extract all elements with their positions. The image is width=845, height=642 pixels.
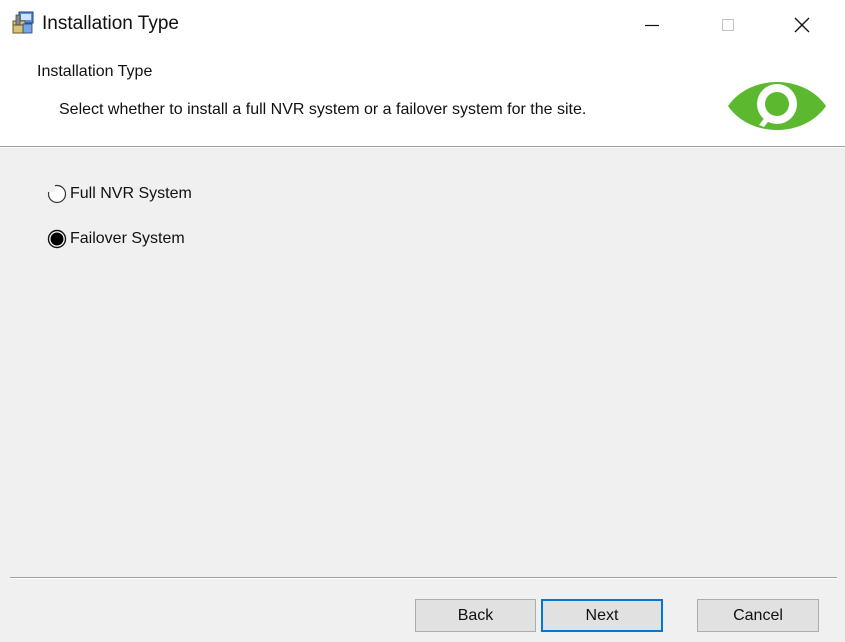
eye-logo-icon: [726, 72, 828, 140]
maximize-icon: [722, 19, 734, 31]
footer-divider-highlight: [10, 578, 837, 579]
installer-window: Installation Type Installation Type Sele…: [0, 0, 845, 642]
next-button[interactable]: Next: [541, 599, 663, 632]
installer-package-icon: [10, 10, 36, 36]
window-title: Installation Type: [42, 13, 179, 34]
radio-selected-icon[interactable]: [47, 229, 67, 249]
close-button[interactable]: [772, 0, 832, 50]
page-description: Select whether to install a full NVR sys…: [59, 101, 587, 118]
back-button[interactable]: Back: [415, 599, 536, 632]
minimize-button[interactable]: [622, 0, 682, 50]
header-banner: Installation Type Select whether to inst…: [0, 50, 845, 146]
cancel-button[interactable]: Cancel: [697, 599, 819, 632]
option-full-nvr-system[interactable]: Full NVR System: [47, 184, 192, 204]
close-icon: [794, 17, 810, 33]
maximize-button: [698, 0, 758, 50]
radio-unselected-icon[interactable]: [47, 184, 67, 204]
option-failover-system[interactable]: Failover System: [47, 229, 185, 249]
option-label-failover: Failover System: [70, 230, 185, 247]
title-bar: Installation Type: [0, 0, 845, 50]
minimize-icon: [645, 24, 659, 27]
option-label-full-nvr: Full NVR System: [70, 185, 192, 202]
page-title: Installation Type: [37, 63, 153, 80]
options-panel: Full NVR System Failover System Back Nex…: [0, 148, 845, 642]
